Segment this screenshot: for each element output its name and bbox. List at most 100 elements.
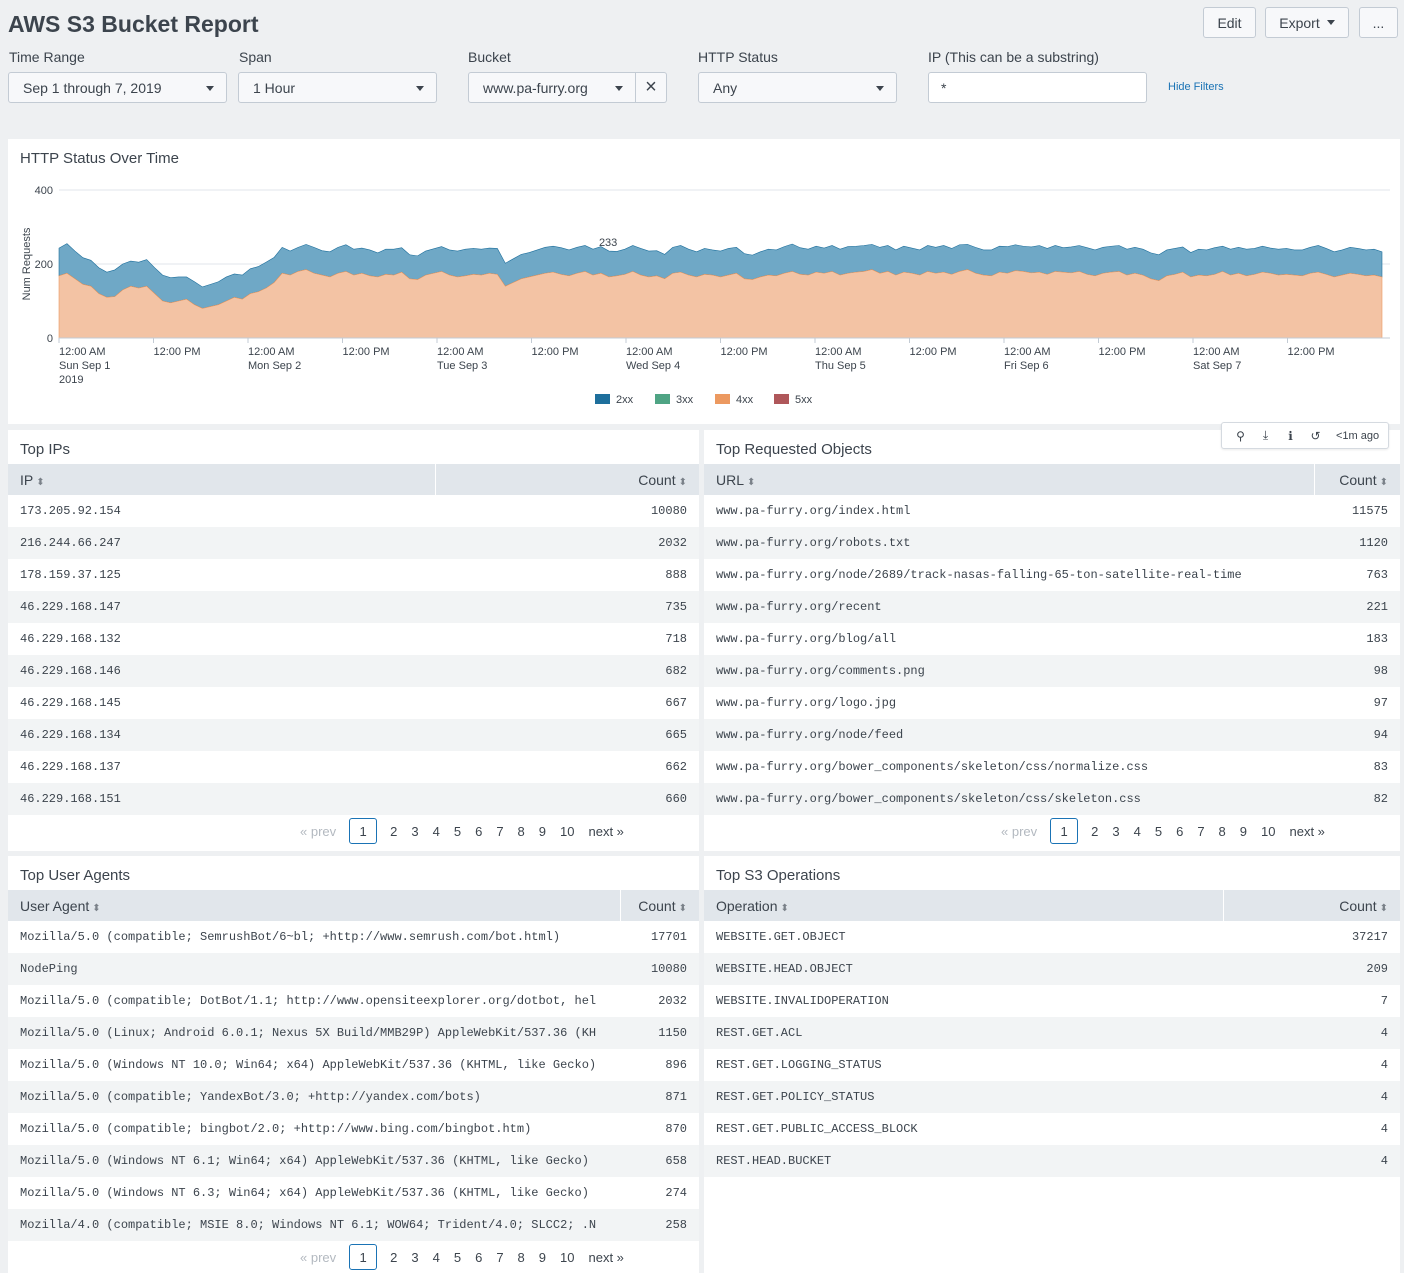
page-8-button[interactable]: 8 — [1219, 824, 1226, 839]
search-icon[interactable]: ⚲ — [1228, 429, 1253, 443]
page-9-button[interactable]: 9 — [1240, 824, 1247, 839]
page-5-button[interactable]: 5 — [1155, 824, 1162, 839]
table-row[interactable]: 46.229.168.137 662 — [8, 751, 699, 783]
page-4-button[interactable]: 4 — [433, 824, 440, 839]
column-header-count[interactable]: Count ⬍ — [620, 890, 699, 921]
next-page-button[interactable]: next » — [1289, 824, 1324, 839]
table-row[interactable]: Mozilla/5.0 (Windows NT 6.1; Win64; x64)… — [8, 1145, 699, 1177]
span-dropdown[interactable]: 1 Hour — [238, 72, 437, 103]
table-row[interactable]: www.pa-furry.org/bower_components/skelet… — [704, 751, 1400, 783]
page-1-button[interactable]: 1 — [349, 1244, 378, 1270]
page-3-button[interactable]: 3 — [411, 824, 418, 839]
column-header-count[interactable]: Count ⬍ — [435, 464, 699, 495]
column-header-count[interactable]: Count ⬍ — [1314, 464, 1400, 495]
page-7-button[interactable]: 7 — [496, 824, 503, 839]
table-row[interactable]: 173.205.92.154 10080 — [8, 495, 699, 527]
page-8-button[interactable]: 8 — [518, 1250, 525, 1265]
page-9-button[interactable]: 9 — [539, 824, 546, 839]
ip-input[interactable]: * — [928, 72, 1147, 103]
table-row[interactable]: 46.229.168.134 665 — [8, 719, 699, 751]
table-row[interactable]: WEBSITE.INVALIDOPERATION 7 — [704, 985, 1400, 1017]
page-5-button[interactable]: 5 — [454, 1250, 461, 1265]
page-3-button[interactable]: 3 — [1112, 824, 1119, 839]
page-10-button[interactable]: 10 — [560, 1250, 574, 1265]
table-row[interactable]: www.pa-furry.org/logo.jpg 97 — [704, 687, 1400, 719]
table-row[interactable]: Mozilla/5.0 (Windows NT 10.0; Win64; x64… — [8, 1049, 699, 1081]
page-5-button[interactable]: 5 — [454, 824, 461, 839]
column-header-count[interactable]: Count ⬍ — [1223, 890, 1400, 921]
table-row[interactable]: WEBSITE.HEAD.OBJECT 209 — [704, 953, 1400, 985]
table-row[interactable]: REST.HEAD.BUCKET 4 — [704, 1145, 1400, 1177]
page-4-button[interactable]: 4 — [433, 1250, 440, 1265]
page-6-button[interactable]: 6 — [475, 824, 482, 839]
table-row[interactable]: 46.229.168.132 718 — [8, 623, 699, 655]
page-1-button[interactable]: 1 — [1050, 818, 1079, 844]
prev-page-button[interactable]: « prev — [300, 1250, 336, 1265]
info-icon[interactable]: ℹ — [1278, 429, 1303, 443]
edit-button[interactable]: Edit — [1203, 7, 1256, 38]
page-2-button[interactable]: 2 — [1091, 824, 1098, 839]
table-row[interactable]: www.pa-furry.org/node/2689/track-nasas-f… — [704, 559, 1400, 591]
table-row[interactable]: 46.229.168.145 667 — [8, 687, 699, 719]
table-row[interactable]: REST.GET.LOGGING_STATUS 4 — [704, 1049, 1400, 1081]
page-7-button[interactable]: 7 — [496, 1250, 503, 1265]
table-row[interactable]: 46.229.168.146 682 — [8, 655, 699, 687]
next-page-button[interactable]: next » — [588, 1250, 623, 1265]
table-cell-key: 178.159.37.125 — [20, 568, 121, 582]
table-row[interactable]: REST.GET.POLICY_STATUS 4 — [704, 1081, 1400, 1113]
table-cell-key: 216.244.66.247 — [8, 527, 435, 559]
column-header-operation[interactable]: Operation ⬍ — [704, 890, 1224, 921]
page-10-button[interactable]: 10 — [560, 824, 574, 839]
column-header-user-agent[interactable]: User Agent ⬍ — [8, 890, 621, 921]
table-cell-key: REST.GET.PUBLIC_ACCESS_BLOCK — [716, 1122, 918, 1136]
page-8-button[interactable]: 8 — [518, 824, 525, 839]
page-2-button[interactable]: 2 — [390, 824, 397, 839]
download-icon[interactable]: ⤓ — [1253, 428, 1278, 443]
refresh-icon[interactable]: ↺ — [1303, 429, 1328, 443]
page-6-button[interactable]: 6 — [1176, 824, 1183, 839]
page-9-button[interactable]: 9 — [539, 1250, 546, 1265]
more-button[interactable]: ... — [1359, 7, 1398, 38]
table-row[interactable]: Mozilla/5.0 (compatible; bingbot/2.0; +h… — [8, 1113, 699, 1145]
table-row[interactable]: 178.159.37.125 888 — [8, 559, 699, 591]
table-row[interactable]: www.pa-furry.org/blog/all 183 — [704, 623, 1400, 655]
http-status-dropdown[interactable]: Any — [698, 72, 897, 103]
page-10-button[interactable]: 10 — [1261, 824, 1275, 839]
table-row[interactable]: Mozilla/5.0 (Windows NT 6.3; Win64; x64)… — [8, 1177, 699, 1209]
table-row[interactable]: NodePing 10080 — [8, 953, 699, 985]
table-row[interactable]: Mozilla/5.0 (compatible; DotBot/1.1; htt… — [8, 985, 699, 1017]
table-row[interactable]: Mozilla/5.0 (compatible; SemrushBot/6~bl… — [8, 921, 699, 953]
prev-page-button[interactable]: « prev — [1001, 824, 1037, 839]
table-row[interactable]: 216.244.66.247 2032 — [8, 527, 699, 559]
table-row[interactable]: 46.229.168.151 660 — [8, 783, 699, 815]
page-2-button[interactable]: 2 — [390, 1250, 397, 1265]
table-row[interactable]: REST.GET.PUBLIC_ACCESS_BLOCK 4 — [704, 1113, 1400, 1145]
table-row[interactable]: www.pa-furry.org/index.html 11575 — [704, 495, 1400, 527]
page-3-button[interactable]: 3 — [411, 1250, 418, 1265]
prev-page-button[interactable]: « prev — [300, 824, 336, 839]
bucket-clear-button[interactable]: × — [636, 72, 667, 103]
column-header-url[interactable]: URL ⬍ — [704, 464, 1315, 495]
table-row[interactable]: www.pa-furry.org/node/feed 94 — [704, 719, 1400, 751]
column-header-ip[interactable]: IP ⬍ — [8, 464, 436, 495]
next-page-button[interactable]: next » — [588, 824, 623, 839]
time-range-picker[interactable]: Sep 1 through 7, 2019 — [8, 72, 227, 103]
bucket-value: www.pa-furry.org — [483, 79, 588, 96]
table-row[interactable]: www.pa-furry.org/comments.png 98 — [704, 655, 1400, 687]
table-row[interactable]: 46.229.168.147 735 — [8, 591, 699, 623]
table-row[interactable]: Mozilla/5.0 (compatible; YandexBot/3.0; … — [8, 1081, 699, 1113]
export-button[interactable]: Export — [1265, 7, 1349, 38]
page-4-button[interactable]: 4 — [1134, 824, 1141, 839]
hide-filters-link[interactable]: Hide Filters — [1168, 81, 1224, 93]
table-row[interactable]: WEBSITE.GET.OBJECT 37217 — [704, 921, 1400, 953]
table-row[interactable]: Mozilla/4.0 (compatible; MSIE 8.0; Windo… — [8, 1209, 699, 1241]
table-row[interactable]: www.pa-furry.org/recent 221 — [704, 591, 1400, 623]
page-6-button[interactable]: 6 — [475, 1250, 482, 1265]
table-row[interactable]: www.pa-furry.org/bower_components/skelet… — [704, 783, 1400, 815]
table-row[interactable]: Mozilla/5.0 (Linux; Android 6.0.1; Nexus… — [8, 1017, 699, 1049]
table-row[interactable]: www.pa-furry.org/robots.txt 1120 — [704, 527, 1400, 559]
page-1-button[interactable]: 1 — [349, 818, 378, 844]
table-row[interactable]: REST.GET.ACL 4 — [704, 1017, 1400, 1049]
page-7-button[interactable]: 7 — [1197, 824, 1204, 839]
bucket-dropdown[interactable]: www.pa-furry.org — [468, 72, 636, 103]
